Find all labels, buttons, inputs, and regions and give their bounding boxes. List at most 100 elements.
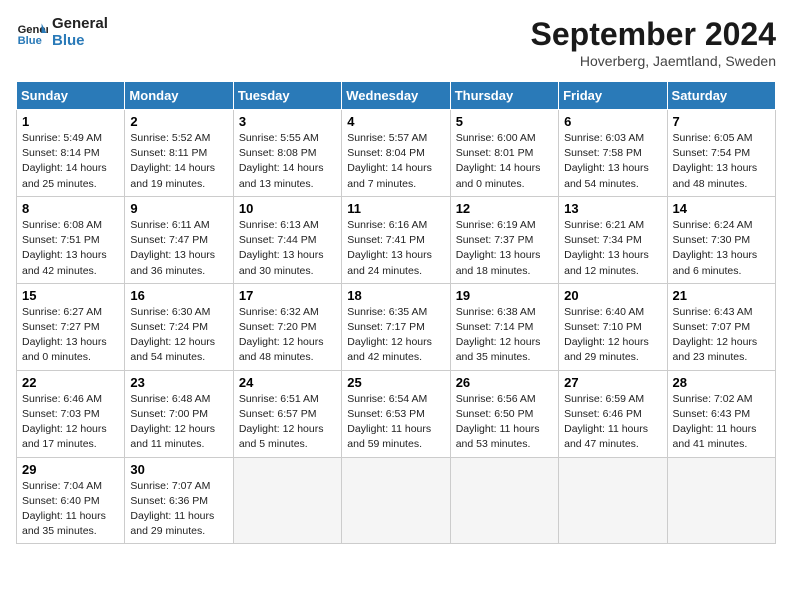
calendar-week-1: 1 Sunrise: 5:49 AMSunset: 8:14 PMDayligh… <box>17 110 776 197</box>
calendar-week-2: 8 Sunrise: 6:08 AMSunset: 7:51 PMDayligh… <box>17 196 776 283</box>
day-info: Sunrise: 5:55 AMSunset: 8:08 PMDaylight:… <box>239 131 336 192</box>
svg-text:Blue: Blue <box>18 35 42 47</box>
day-number: 19 <box>456 288 553 303</box>
day-info: Sunrise: 7:04 AMSunset: 6:40 PMDaylight:… <box>22 479 119 540</box>
day-info: Sunrise: 6:24 AMSunset: 7:30 PMDaylight:… <box>673 218 770 279</box>
day-number: 26 <box>456 375 553 390</box>
calendar-week-4: 22 Sunrise: 6:46 AMSunset: 7:03 PMDaylig… <box>17 370 776 457</box>
table-row: 19 Sunrise: 6:38 AMSunset: 7:14 PMDaylig… <box>450 283 558 370</box>
table-row: 26 Sunrise: 6:56 AMSunset: 6:50 PMDaylig… <box>450 370 558 457</box>
day-number: 18 <box>347 288 444 303</box>
day-info: Sunrise: 6:59 AMSunset: 6:46 PMDaylight:… <box>564 392 661 453</box>
table-row: 23 Sunrise: 6:48 AMSunset: 7:00 PMDaylig… <box>125 370 233 457</box>
day-info: Sunrise: 5:52 AMSunset: 8:11 PMDaylight:… <box>130 131 227 192</box>
day-number: 4 <box>347 114 444 129</box>
table-row: 17 Sunrise: 6:32 AMSunset: 7:20 PMDaylig… <box>233 283 341 370</box>
calendar-week-5: 29 Sunrise: 7:04 AMSunset: 6:40 PMDaylig… <box>17 457 776 544</box>
day-number: 8 <box>22 201 119 216</box>
day-number: 24 <box>239 375 336 390</box>
day-number: 27 <box>564 375 661 390</box>
day-number: 16 <box>130 288 227 303</box>
day-info: Sunrise: 6:46 AMSunset: 7:03 PMDaylight:… <box>22 392 119 453</box>
table-row <box>342 457 450 544</box>
table-row: 27 Sunrise: 6:59 AMSunset: 6:46 PMDaylig… <box>559 370 667 457</box>
day-number: 3 <box>239 114 336 129</box>
day-info: Sunrise: 6:56 AMSunset: 6:50 PMDaylight:… <box>456 392 553 453</box>
col-thursday: Thursday <box>450 82 558 110</box>
day-number: 14 <box>673 201 770 216</box>
day-number: 11 <box>347 201 444 216</box>
day-number: 17 <box>239 288 336 303</box>
day-number: 7 <box>673 114 770 129</box>
table-row: 16 Sunrise: 6:30 AMSunset: 7:24 PMDaylig… <box>125 283 233 370</box>
col-wednesday: Wednesday <box>342 82 450 110</box>
logo: General Blue General Blue <box>16 16 108 49</box>
day-number: 20 <box>564 288 661 303</box>
col-friday: Friday <box>559 82 667 110</box>
col-tuesday: Tuesday <box>233 82 341 110</box>
day-number: 21 <box>673 288 770 303</box>
table-row: 4 Sunrise: 5:57 AMSunset: 8:04 PMDayligh… <box>342 110 450 197</box>
table-row <box>450 457 558 544</box>
day-number: 29 <box>22 462 119 477</box>
table-row: 12 Sunrise: 6:19 AMSunset: 7:37 PMDaylig… <box>450 196 558 283</box>
table-row <box>559 457 667 544</box>
day-info: Sunrise: 6:19 AMSunset: 7:37 PMDaylight:… <box>456 218 553 279</box>
table-row: 29 Sunrise: 7:04 AMSunset: 6:40 PMDaylig… <box>17 457 125 544</box>
day-info: Sunrise: 6:35 AMSunset: 7:17 PMDaylight:… <box>347 305 444 366</box>
day-number: 5 <box>456 114 553 129</box>
day-info: Sunrise: 6:51 AMSunset: 6:57 PMDaylight:… <box>239 392 336 453</box>
table-row: 10 Sunrise: 6:13 AMSunset: 7:44 PMDaylig… <box>233 196 341 283</box>
table-row: 22 Sunrise: 6:46 AMSunset: 7:03 PMDaylig… <box>17 370 125 457</box>
table-row: 21 Sunrise: 6:43 AMSunset: 7:07 PMDaylig… <box>667 283 775 370</box>
table-row: 30 Sunrise: 7:07 AMSunset: 6:36 PMDaylig… <box>125 457 233 544</box>
day-info: Sunrise: 6:48 AMSunset: 7:00 PMDaylight:… <box>130 392 227 453</box>
day-number: 28 <box>673 375 770 390</box>
table-row: 5 Sunrise: 6:00 AMSunset: 8:01 PMDayligh… <box>450 110 558 197</box>
calendar-table: Sunday Monday Tuesday Wednesday Thursday… <box>16 81 776 544</box>
day-number: 10 <box>239 201 336 216</box>
table-row: 11 Sunrise: 6:16 AMSunset: 7:41 PMDaylig… <box>342 196 450 283</box>
day-info: Sunrise: 5:49 AMSunset: 8:14 PMDaylight:… <box>22 131 119 192</box>
day-info: Sunrise: 6:11 AMSunset: 7:47 PMDaylight:… <box>130 218 227 279</box>
day-info: Sunrise: 6:13 AMSunset: 7:44 PMDaylight:… <box>239 218 336 279</box>
day-info: Sunrise: 6:30 AMSunset: 7:24 PMDaylight:… <box>130 305 227 366</box>
month-title: September 2024 <box>531 16 776 53</box>
day-number: 2 <box>130 114 227 129</box>
table-row: 13 Sunrise: 6:21 AMSunset: 7:34 PMDaylig… <box>559 196 667 283</box>
col-saturday: Saturday <box>667 82 775 110</box>
calendar-header-row: Sunday Monday Tuesday Wednesday Thursday… <box>17 82 776 110</box>
day-info: Sunrise: 5:57 AMSunset: 8:04 PMDaylight:… <box>347 131 444 192</box>
location: Hoverberg, Jaemtland, Sweden <box>531 53 776 69</box>
table-row: 7 Sunrise: 6:05 AMSunset: 7:54 PMDayligh… <box>667 110 775 197</box>
day-info: Sunrise: 6:03 AMSunset: 7:58 PMDaylight:… <box>564 131 661 192</box>
table-row <box>667 457 775 544</box>
table-row: 9 Sunrise: 6:11 AMSunset: 7:47 PMDayligh… <box>125 196 233 283</box>
table-row: 6 Sunrise: 6:03 AMSunset: 7:58 PMDayligh… <box>559 110 667 197</box>
day-number: 6 <box>564 114 661 129</box>
day-number: 1 <box>22 114 119 129</box>
day-info: Sunrise: 6:43 AMSunset: 7:07 PMDaylight:… <box>673 305 770 366</box>
table-row: 15 Sunrise: 6:27 AMSunset: 7:27 PMDaylig… <box>17 283 125 370</box>
day-info: Sunrise: 6:21 AMSunset: 7:34 PMDaylight:… <box>564 218 661 279</box>
day-info: Sunrise: 6:40 AMSunset: 7:10 PMDaylight:… <box>564 305 661 366</box>
day-info: Sunrise: 6:38 AMSunset: 7:14 PMDaylight:… <box>456 305 553 366</box>
day-number: 22 <box>22 375 119 390</box>
col-sunday: Sunday <box>17 82 125 110</box>
day-number: 25 <box>347 375 444 390</box>
day-number: 9 <box>130 201 227 216</box>
table-row: 8 Sunrise: 6:08 AMSunset: 7:51 PMDayligh… <box>17 196 125 283</box>
day-info: Sunrise: 6:27 AMSunset: 7:27 PMDaylight:… <box>22 305 119 366</box>
title-block: September 2024 Hoverberg, Jaemtland, Swe… <box>531 16 776 69</box>
table-row: 14 Sunrise: 6:24 AMSunset: 7:30 PMDaylig… <box>667 196 775 283</box>
day-info: Sunrise: 6:00 AMSunset: 8:01 PMDaylight:… <box>456 131 553 192</box>
day-info: Sunrise: 6:16 AMSunset: 7:41 PMDaylight:… <box>347 218 444 279</box>
col-monday: Monday <box>125 82 233 110</box>
table-row: 20 Sunrise: 6:40 AMSunset: 7:10 PMDaylig… <box>559 283 667 370</box>
table-row <box>233 457 341 544</box>
day-info: Sunrise: 6:08 AMSunset: 7:51 PMDaylight:… <box>22 218 119 279</box>
table-row: 28 Sunrise: 7:02 AMSunset: 6:43 PMDaylig… <box>667 370 775 457</box>
day-info: Sunrise: 7:07 AMSunset: 6:36 PMDaylight:… <box>130 479 227 540</box>
table-row: 2 Sunrise: 5:52 AMSunset: 8:11 PMDayligh… <box>125 110 233 197</box>
day-info: Sunrise: 6:54 AMSunset: 6:53 PMDaylight:… <box>347 392 444 453</box>
